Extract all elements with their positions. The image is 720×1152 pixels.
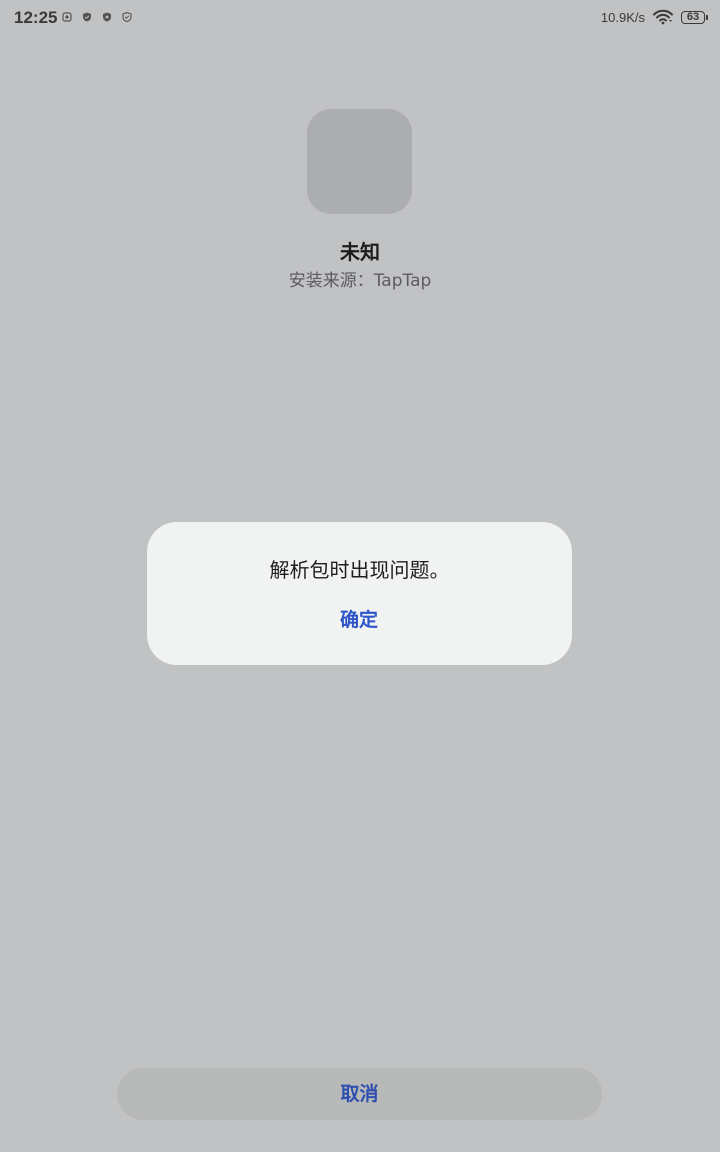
- dialog-message: 解析包时出现问题。: [269, 558, 450, 582]
- status-bar: 12:25 10.9K/s 63: [0, 0, 720, 36]
- battery-tip: [706, 14, 708, 20]
- network-speed: 10.9K/s: [600, 9, 645, 25]
- cancel-button[interactable]: 取消: [117, 1068, 602, 1120]
- wifi-icon: [653, 9, 673, 25]
- notification-icons: [62, 12, 132, 22]
- app-notification-icon: [62, 12, 72, 22]
- check-shield-icon: [122, 12, 132, 22]
- error-dialog: 解析包时出现问题。 确定: [147, 522, 572, 665]
- shield-icon: [103, 12, 111, 22]
- shield-icon: [83, 12, 91, 22]
- status-time: 12:25: [14, 8, 58, 27]
- status-right: 10.9K/s 63: [601, 9, 708, 25]
- install-source: 安装来源：TapTap: [288, 271, 432, 291]
- confirm-button[interactable]: 确定: [309, 602, 409, 638]
- app-name: 未知: [340, 240, 380, 264]
- app-icon-placeholder: [307, 109, 412, 214]
- battery-icon: 63: [681, 10, 708, 24]
- battery-level: 63: [681, 10, 705, 24]
